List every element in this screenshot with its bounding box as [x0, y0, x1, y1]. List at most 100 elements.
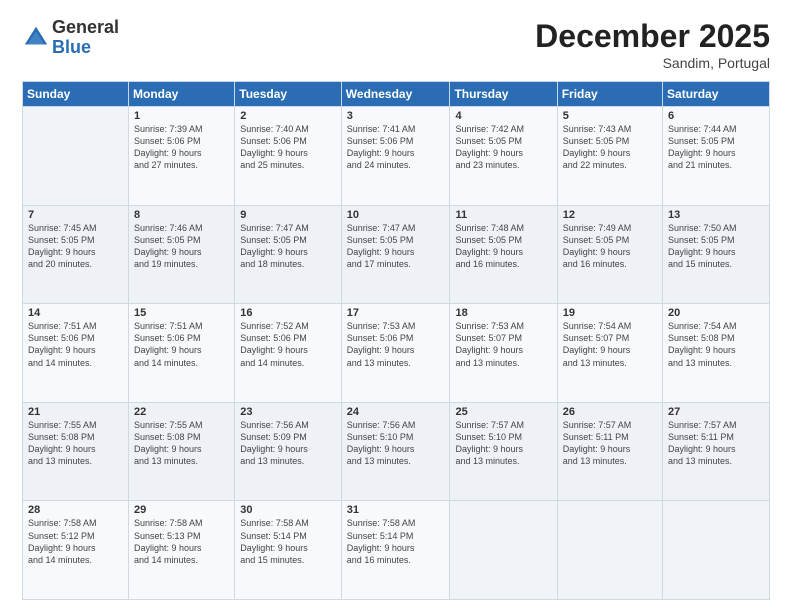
day-number: 3 [347, 110, 445, 122]
col-tuesday: Tuesday [235, 82, 342, 107]
logo-icon [22, 24, 50, 52]
page: General Blue December 2025 Sandim, Portu… [0, 0, 792, 612]
table-row: 18Sunrise: 7:53 AM Sunset: 5:07 PM Dayli… [450, 304, 557, 403]
table-row: 9Sunrise: 7:47 AM Sunset: 5:05 PM Daylig… [235, 205, 342, 304]
table-row: 8Sunrise: 7:46 AM Sunset: 5:05 PM Daylig… [129, 205, 235, 304]
calendar-header-row: Sunday Monday Tuesday Wednesday Thursday… [23, 82, 770, 107]
day-number: 17 [347, 307, 445, 319]
calendar-week-1: 1Sunrise: 7:39 AM Sunset: 5:06 PM Daylig… [23, 107, 770, 206]
table-row: 30Sunrise: 7:58 AM Sunset: 5:14 PM Dayli… [235, 501, 342, 600]
table-row: 5Sunrise: 7:43 AM Sunset: 5:05 PM Daylig… [557, 107, 662, 206]
table-row: 12Sunrise: 7:49 AM Sunset: 5:05 PM Dayli… [557, 205, 662, 304]
day-number: 29 [134, 504, 229, 516]
table-row: 21Sunrise: 7:55 AM Sunset: 5:08 PM Dayli… [23, 402, 129, 501]
table-row: 3Sunrise: 7:41 AM Sunset: 5:06 PM Daylig… [341, 107, 450, 206]
day-info: Sunrise: 7:45 AM Sunset: 5:05 PM Dayligh… [28, 222, 123, 271]
day-info: Sunrise: 7:55 AM Sunset: 5:08 PM Dayligh… [134, 419, 229, 468]
table-row: 6Sunrise: 7:44 AM Sunset: 5:05 PM Daylig… [663, 107, 770, 206]
table-row: 4Sunrise: 7:42 AM Sunset: 5:05 PM Daylig… [450, 107, 557, 206]
table-row [557, 501, 662, 600]
day-number: 18 [455, 307, 551, 319]
logo-general: General [52, 18, 119, 38]
day-info: Sunrise: 7:39 AM Sunset: 5:06 PM Dayligh… [134, 123, 229, 172]
calendar-week-3: 14Sunrise: 7:51 AM Sunset: 5:06 PM Dayli… [23, 304, 770, 403]
table-row: 28Sunrise: 7:58 AM Sunset: 5:12 PM Dayli… [23, 501, 129, 600]
day-number: 12 [563, 209, 657, 221]
table-row: 31Sunrise: 7:58 AM Sunset: 5:14 PM Dayli… [341, 501, 450, 600]
day-number: 28 [28, 504, 123, 516]
title-section: December 2025 Sandim, Portugal [535, 18, 770, 71]
table-row [23, 107, 129, 206]
day-number: 20 [668, 307, 764, 319]
month-title: December 2025 [535, 18, 770, 55]
day-info: Sunrise: 7:54 AM Sunset: 5:07 PM Dayligh… [563, 320, 657, 369]
table-row: 7Sunrise: 7:45 AM Sunset: 5:05 PM Daylig… [23, 205, 129, 304]
col-wednesday: Wednesday [341, 82, 450, 107]
logo: General Blue [22, 18, 119, 58]
day-info: Sunrise: 7:42 AM Sunset: 5:05 PM Dayligh… [455, 123, 551, 172]
day-info: Sunrise: 7:58 AM Sunset: 5:13 PM Dayligh… [134, 517, 229, 566]
day-number: 24 [347, 406, 445, 418]
table-row: 15Sunrise: 7:51 AM Sunset: 5:06 PM Dayli… [129, 304, 235, 403]
table-row: 14Sunrise: 7:51 AM Sunset: 5:06 PM Dayli… [23, 304, 129, 403]
day-info: Sunrise: 7:40 AM Sunset: 5:06 PM Dayligh… [240, 123, 336, 172]
day-number: 31 [347, 504, 445, 516]
calendar-week-2: 7Sunrise: 7:45 AM Sunset: 5:05 PM Daylig… [23, 205, 770, 304]
calendar-week-4: 21Sunrise: 7:55 AM Sunset: 5:08 PM Dayli… [23, 402, 770, 501]
day-info: Sunrise: 7:48 AM Sunset: 5:05 PM Dayligh… [455, 222, 551, 271]
day-number: 25 [455, 406, 551, 418]
table-row: 10Sunrise: 7:47 AM Sunset: 5:05 PM Dayli… [341, 205, 450, 304]
day-info: Sunrise: 7:55 AM Sunset: 5:08 PM Dayligh… [28, 419, 123, 468]
table-row: 2Sunrise: 7:40 AM Sunset: 5:06 PM Daylig… [235, 107, 342, 206]
table-row: 16Sunrise: 7:52 AM Sunset: 5:06 PM Dayli… [235, 304, 342, 403]
table-row: 17Sunrise: 7:53 AM Sunset: 5:06 PM Dayli… [341, 304, 450, 403]
day-info: Sunrise: 7:57 AM Sunset: 5:10 PM Dayligh… [455, 419, 551, 468]
day-number: 2 [240, 110, 336, 122]
logo-text: General Blue [52, 18, 119, 58]
day-info: Sunrise: 7:58 AM Sunset: 5:14 PM Dayligh… [347, 517, 445, 566]
day-number: 30 [240, 504, 336, 516]
day-number: 9 [240, 209, 336, 221]
day-info: Sunrise: 7:41 AM Sunset: 5:06 PM Dayligh… [347, 123, 445, 172]
day-info: Sunrise: 7:51 AM Sunset: 5:06 PM Dayligh… [28, 320, 123, 369]
day-info: Sunrise: 7:53 AM Sunset: 5:06 PM Dayligh… [347, 320, 445, 369]
col-friday: Friday [557, 82, 662, 107]
table-row [450, 501, 557, 600]
day-info: Sunrise: 7:57 AM Sunset: 5:11 PM Dayligh… [563, 419, 657, 468]
day-info: Sunrise: 7:52 AM Sunset: 5:06 PM Dayligh… [240, 320, 336, 369]
day-info: Sunrise: 7:44 AM Sunset: 5:05 PM Dayligh… [668, 123, 764, 172]
day-info: Sunrise: 7:54 AM Sunset: 5:08 PM Dayligh… [668, 320, 764, 369]
day-number: 6 [668, 110, 764, 122]
location: Sandim, Portugal [535, 55, 770, 71]
day-number: 8 [134, 209, 229, 221]
day-number: 16 [240, 307, 336, 319]
day-info: Sunrise: 7:43 AM Sunset: 5:05 PM Dayligh… [563, 123, 657, 172]
table-row: 23Sunrise: 7:56 AM Sunset: 5:09 PM Dayli… [235, 402, 342, 501]
day-info: Sunrise: 7:57 AM Sunset: 5:11 PM Dayligh… [668, 419, 764, 468]
table-row: 1Sunrise: 7:39 AM Sunset: 5:06 PM Daylig… [129, 107, 235, 206]
day-number: 22 [134, 406, 229, 418]
day-info: Sunrise: 7:46 AM Sunset: 5:05 PM Dayligh… [134, 222, 229, 271]
day-number: 15 [134, 307, 229, 319]
table-row: 20Sunrise: 7:54 AM Sunset: 5:08 PM Dayli… [663, 304, 770, 403]
day-number: 10 [347, 209, 445, 221]
day-number: 1 [134, 110, 229, 122]
day-info: Sunrise: 7:56 AM Sunset: 5:10 PM Dayligh… [347, 419, 445, 468]
logo-blue: Blue [52, 38, 119, 58]
day-info: Sunrise: 7:58 AM Sunset: 5:12 PM Dayligh… [28, 517, 123, 566]
day-number: 7 [28, 209, 123, 221]
day-number: 26 [563, 406, 657, 418]
day-number: 23 [240, 406, 336, 418]
day-number: 11 [455, 209, 551, 221]
day-info: Sunrise: 7:49 AM Sunset: 5:05 PM Dayligh… [563, 222, 657, 271]
table-row: 24Sunrise: 7:56 AM Sunset: 5:10 PM Dayli… [341, 402, 450, 501]
table-row: 13Sunrise: 7:50 AM Sunset: 5:05 PM Dayli… [663, 205, 770, 304]
table-row [663, 501, 770, 600]
day-info: Sunrise: 7:58 AM Sunset: 5:14 PM Dayligh… [240, 517, 336, 566]
table-row: 25Sunrise: 7:57 AM Sunset: 5:10 PM Dayli… [450, 402, 557, 501]
calendar: Sunday Monday Tuesday Wednesday Thursday… [22, 81, 770, 600]
col-monday: Monday [129, 82, 235, 107]
table-row: 29Sunrise: 7:58 AM Sunset: 5:13 PM Dayli… [129, 501, 235, 600]
day-info: Sunrise: 7:53 AM Sunset: 5:07 PM Dayligh… [455, 320, 551, 369]
day-number: 4 [455, 110, 551, 122]
